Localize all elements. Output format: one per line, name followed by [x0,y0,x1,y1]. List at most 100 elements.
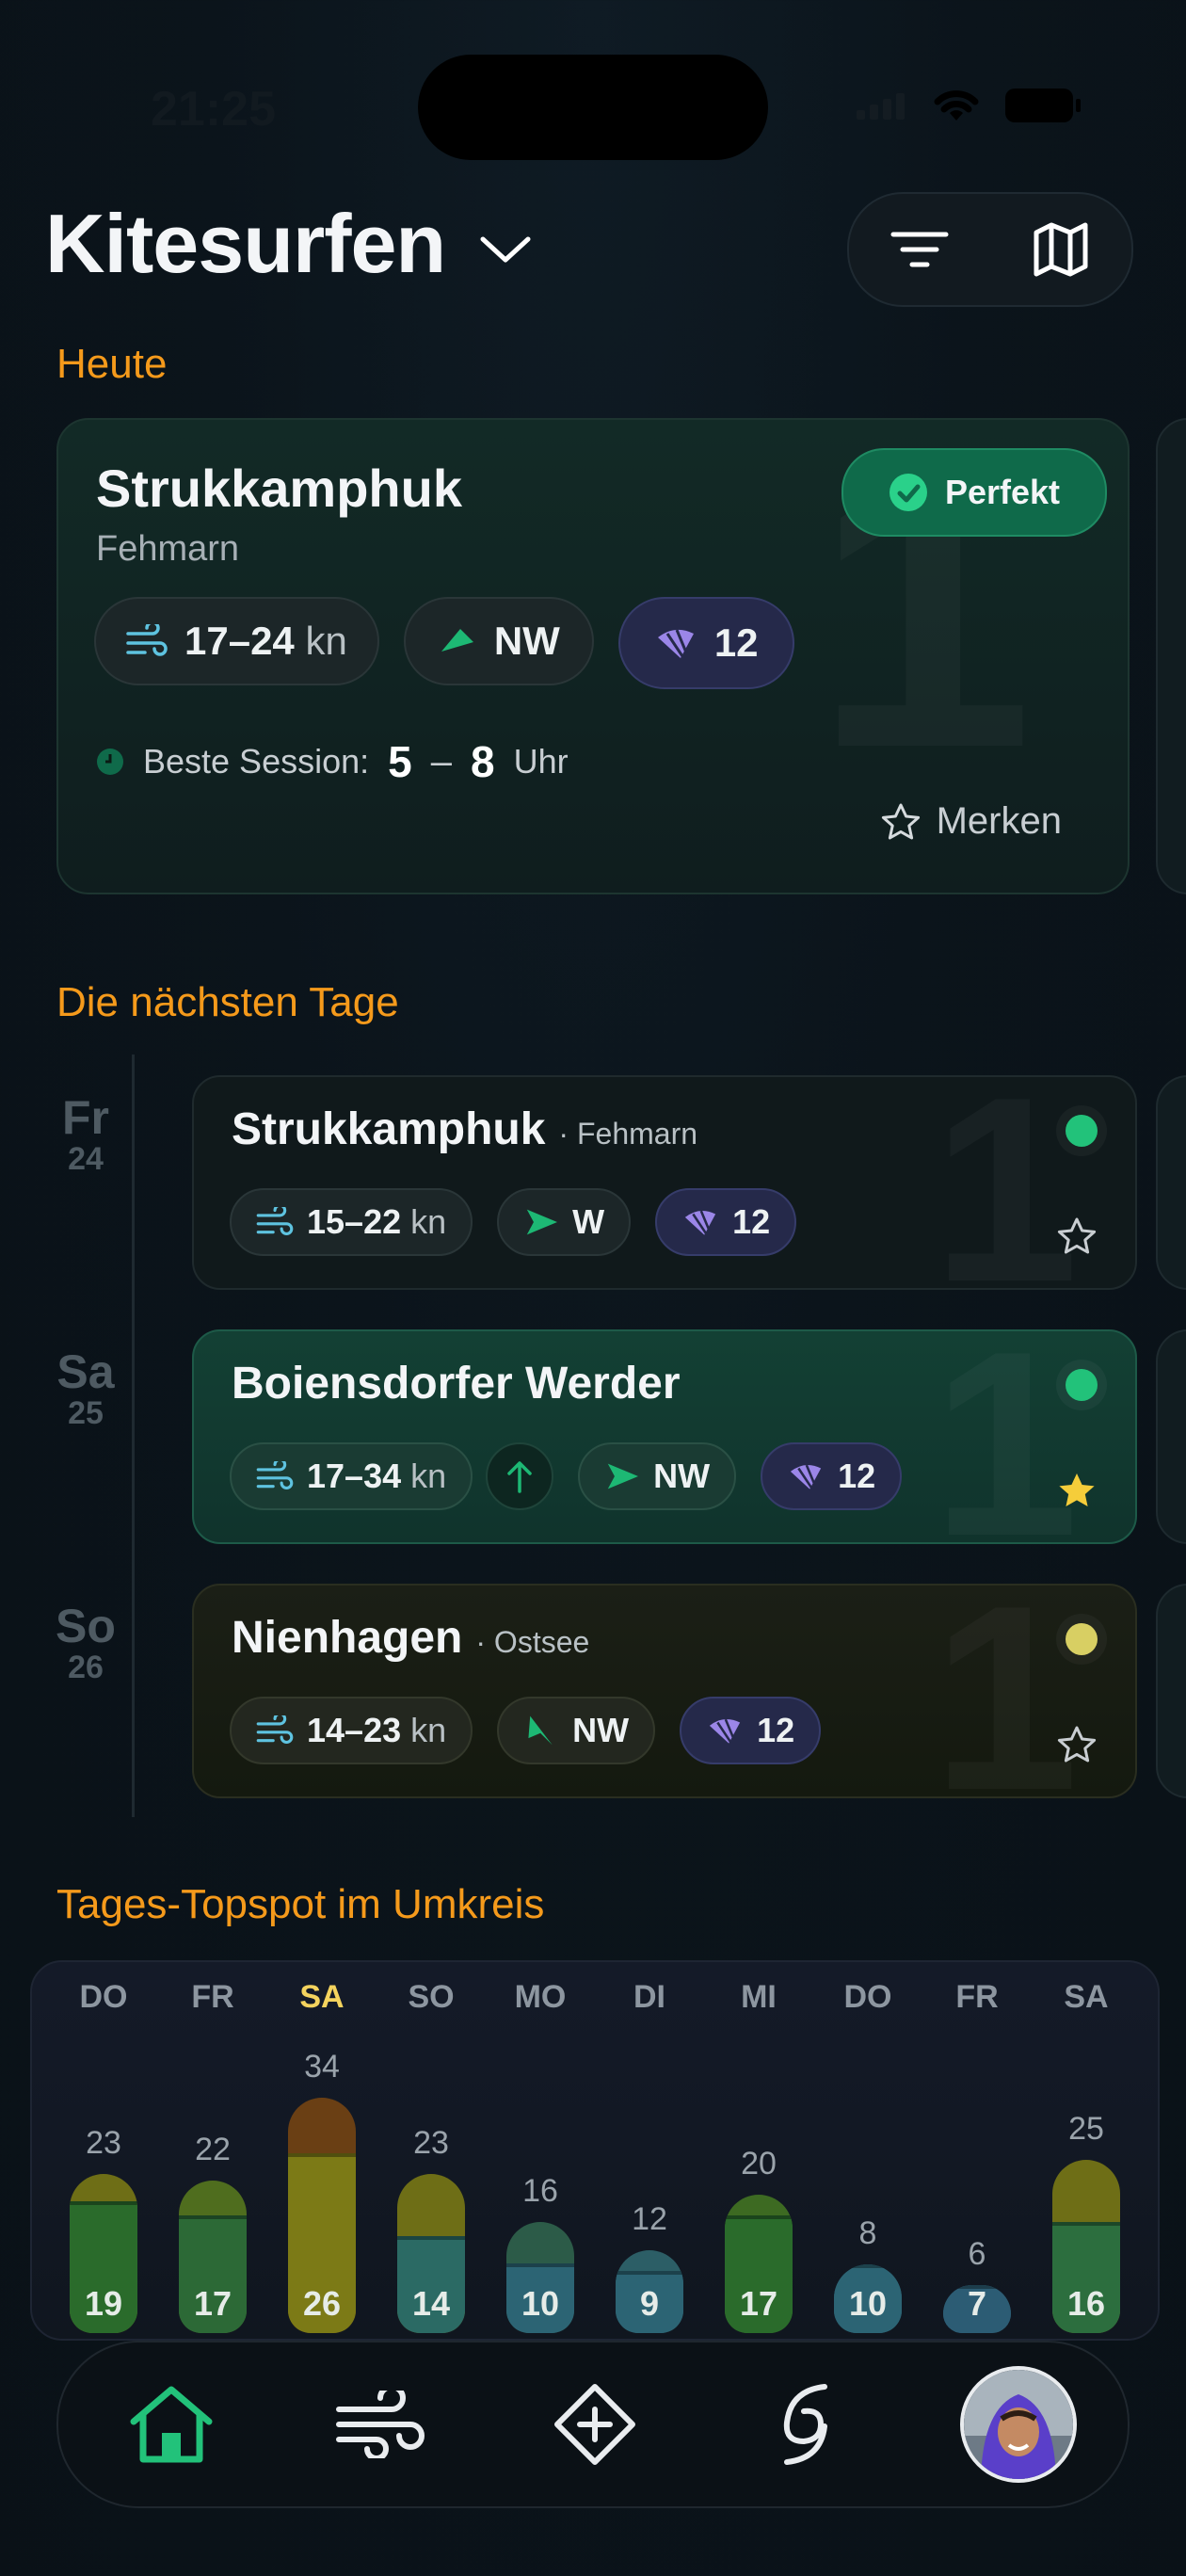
wind-chip: 14–23 kn [230,1697,473,1764]
chart-bar-max-value: 22 [195,2132,231,2168]
chart-bar[interactable]: 19 [70,2173,137,2333]
chart-day-label: DO [843,1979,892,2015]
day-label: Sa 25 [38,1344,134,1432]
today-spot-card[interactable]: 1 Strukkamphuk Fehmarn Perfekt 17–24 kn … [56,418,1130,894]
day-chips: 15–22 kn W 12 [230,1188,797,1256]
chart-bar-min-value: 10 [834,2263,902,2333]
chart-day-label: DI [633,1979,665,2015]
storm-icon [783,2384,827,2465]
direction-arrow-icon [526,1209,558,1235]
today-heading: Heute [56,341,168,387]
status-dot [1066,1369,1098,1401]
chart-title: Tages-Topspot im Umkreis [56,1881,545,1927]
star-outline-icon [881,803,920,839]
star-outline-icon[interactable] [1056,1216,1098,1256]
day-chips: 17–34 kn NW 12 [230,1442,903,1510]
chart-bar[interactable]: 26 [288,2098,356,2333]
avatar [960,2366,1077,2483]
chart-day-label: FR [191,1979,234,2015]
direction-chip: W [497,1188,632,1256]
chart-bar[interactable]: 14 [397,2173,465,2333]
chart-day-label: FR [955,1979,999,2015]
wifi-icon [934,90,979,121]
status-icons [857,87,1082,124]
wind-icon [256,1207,294,1235]
chart-bar[interactable]: 9 [616,2249,683,2333]
save-label: Merken [936,800,1062,842]
spot-name: Boiensdorfer Werder [232,1359,681,1409]
day-spot-card[interactable]: 1 Strukkamphuk · Fehmarn 15–22 kn W 12 [192,1075,1137,1290]
day-spot-card[interactable]: 1 Nienhagen · Ostsee 14–23 kn NW 12 [192,1584,1137,1798]
kite-size-chip: 12 [617,597,794,689]
add-spot-icon [554,2384,635,2465]
next-card-peek[interactable] [1156,418,1186,894]
kite-size: 12 [732,1202,771,1241]
wind-unit: kn [305,619,347,663]
filter-icon[interactable] [890,227,950,272]
save-button[interactable]: Merken [880,800,1062,843]
wind-range: 15–22 [307,1202,402,1241]
chart-bar[interactable]: 17 [725,2195,793,2333]
spot-name: Strukkamphuk [232,1104,546,1154]
kite-icon [790,1464,822,1489]
wind-chip: 15–22 kn [230,1188,473,1256]
chart-bar[interactable]: 10 [834,2263,902,2333]
nav-home[interactable] [96,2343,247,2506]
day-spot-card[interactable]: 1 Boiensdorfer Werder 17–34 kn NW 12 [192,1329,1137,1544]
spot-name: Nienhagen [232,1613,463,1663]
chart-bar-max-value: 23 [86,2124,121,2161]
next-card-peek[interactable] [1156,1075,1186,1290]
kite-size-chip: 12 [680,1697,822,1764]
sport-selector[interactable]: Kitesurfen [45,196,532,292]
direction-label: NW [572,1711,630,1749]
map-icon[interactable] [1031,221,1091,278]
nav-wind[interactable] [305,2343,456,2506]
chart-bar-max-value: 25 [1068,2111,1104,2148]
direction-chip: NW [497,1697,656,1764]
chart-bar-max-value: 20 [741,2146,777,2182]
chart-bar-max-value: 6 [968,2235,986,2272]
chart-bar[interactable]: 17 [179,2181,247,2333]
star-outline-icon[interactable] [1056,1725,1098,1764]
arrow-up-icon [507,1461,532,1493]
next-card-peek[interactable] [1156,1329,1186,1544]
chart-day-label: DO [79,1979,128,2015]
day-label: Fr 24 [38,1090,134,1178]
home-icon [130,2386,213,2463]
chart-bar-min-value: 14 [397,2236,465,2333]
wind-icon [336,2391,425,2458]
next-card-peek[interactable] [1156,1584,1186,1798]
status-dot [1066,1623,1098,1655]
wind-icon [126,624,168,656]
header-actions [847,192,1133,307]
next-days-heading: Die nächsten Tage [56,979,399,1025]
rank-watermark: 1 [932,1586,1079,1796]
wind-range: 17–24 [184,619,295,663]
weekday: Sa [56,1345,115,1398]
topspot-chart: DO 19 23 FR 17 22 SA 26 34 SO 14 23 MO 10 16 DI 9 12 MI 17 2… [30,1960,1160,2341]
chart-day-label: SA [299,1979,345,2015]
wind-chip: 17–24 kn [94,597,379,685]
nav-storm[interactable] [730,2343,881,2506]
bottom-nav [56,2341,1130,2508]
direction-arrow-icon [528,1715,553,1746]
nav-profile[interactable] [943,2343,1094,2506]
chart-bar-max-value: 23 [413,2124,449,2161]
chart-bar[interactable]: 7 [943,2284,1011,2333]
star-filled-icon[interactable] [1056,1471,1098,1510]
direction-arrow-icon [441,629,473,652]
day-label: So 26 [38,1599,134,1686]
signal-icon [857,93,905,120]
rank-watermark: 1 [932,1077,1079,1288]
chart-bar-max-value: 16 [522,2173,558,2210]
chart-bar-max-value: 12 [632,2200,667,2237]
wind-icon [256,1715,294,1744]
nav-add-spot[interactable] [520,2343,670,2506]
chart-day-label: MO [514,1979,567,2015]
chart-bar[interactable]: 16 [1052,2160,1120,2333]
wind-range: 14–23 [307,1711,402,1749]
rating-label: Perfekt [944,473,1061,511]
session-to: 8 [470,737,495,786]
chart-bar[interactable]: 10 [506,2222,574,2333]
weekday: Fr [62,1091,109,1144]
